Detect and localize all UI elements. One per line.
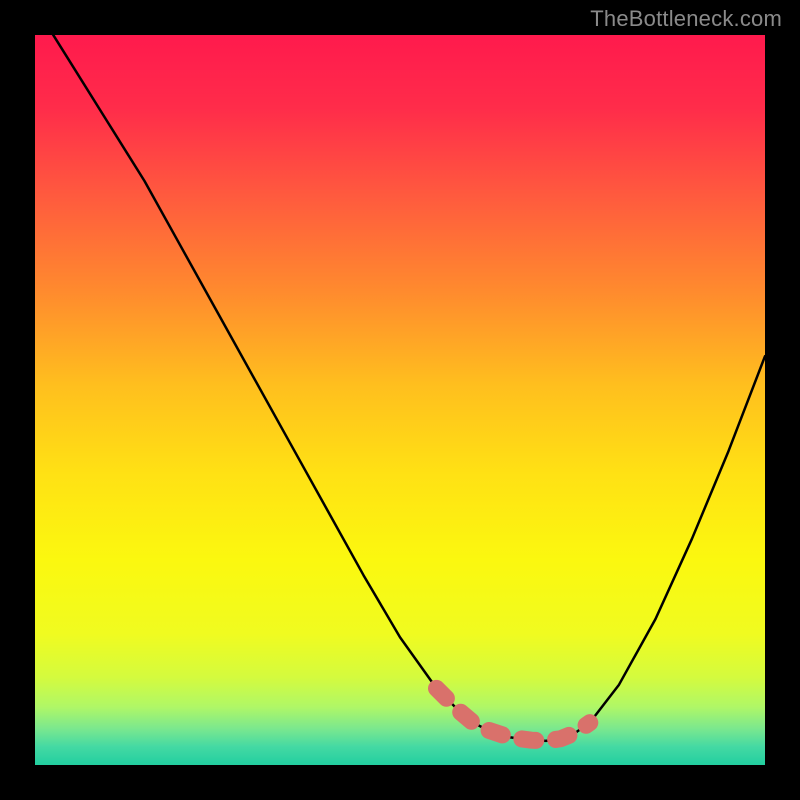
chart-frame: TheBottleneck.com — [0, 0, 800, 800]
optimal-zone-highlight — [437, 688, 590, 741]
watermark-text: TheBottleneck.com — [590, 6, 782, 32]
curve-layer — [35, 35, 765, 765]
plot-area — [35, 35, 765, 765]
bottleneck-curve — [35, 6, 765, 741]
